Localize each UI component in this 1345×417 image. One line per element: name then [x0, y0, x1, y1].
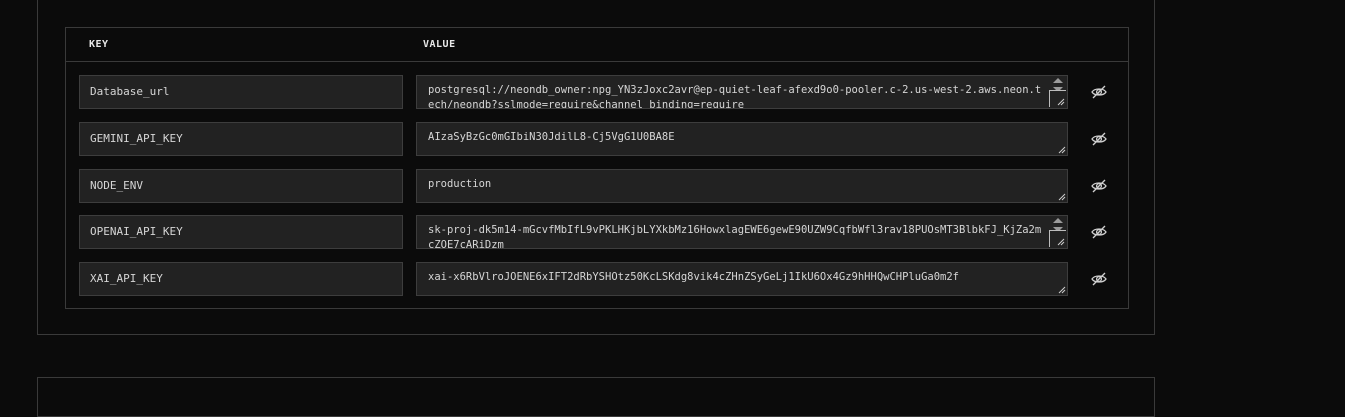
resize-grip-icon[interactable] — [1056, 97, 1065, 106]
table-row: GEMINI_API_KEY AIzaSyBzGc0mGIbiN30JdilL8… — [66, 122, 1128, 156]
key-input[interactable]: Database_url — [79, 75, 403, 109]
key-input[interactable]: NODE_ENV — [79, 169, 403, 203]
value-text: postgresql://neondb_owner:npg_YN3zJoxc2a… — [428, 84, 1042, 109]
value-textarea[interactable]: production — [416, 169, 1068, 203]
table-header: KEY VALUE — [66, 28, 1128, 62]
value-textarea[interactable]: xai-x6RbVlroJOENE6xIFT2dRbYSHOtz50KcLSKd… — [416, 262, 1068, 296]
table-row: NODE_ENV production — [66, 169, 1128, 203]
value-text: sk-proj-dk5m14-mGcvfMbIfL9vPKLHKjbLYXkbM… — [428, 224, 1042, 249]
resize-grip-icon[interactable] — [1057, 285, 1066, 294]
key-input[interactable]: OPENAI_API_KEY — [79, 215, 403, 249]
table-row: OPENAI_API_KEY sk-proj-dk5m14-mGcvfMbIfL… — [66, 215, 1128, 249]
eye-off-icon[interactable] — [1090, 223, 1108, 241]
scrollbar-corner[interactable] — [1049, 230, 1066, 247]
eye-off-icon[interactable] — [1090, 177, 1108, 195]
value-text: AIzaSyBzGc0mGIbiN30JdilL8-Cj5VgG1U0BA8E — [428, 131, 675, 143]
key-input[interactable]: GEMINI_API_KEY — [79, 122, 403, 156]
eye-off-icon[interactable] — [1090, 130, 1108, 148]
scrollbar-corner[interactable] — [1049, 90, 1066, 107]
env-vars-table: KEY VALUE Database_url postgresql://neon… — [65, 27, 1129, 309]
resize-grip-icon[interactable] — [1057, 192, 1066, 201]
value-textarea[interactable]: postgresql://neondb_owner:npg_YN3zJoxc2a… — [416, 75, 1068, 109]
table-row: Database_url postgresql://neondb_owner:n… — [66, 75, 1128, 109]
resize-grip-icon[interactable] — [1056, 237, 1065, 246]
resize-grip-icon[interactable] — [1057, 145, 1066, 154]
key-input[interactable]: XAI_API_KEY — [79, 262, 403, 296]
key-column-header: KEY — [89, 39, 109, 50]
value-textarea[interactable]: sk-proj-dk5m14-mGcvfMbIfL9vPKLHKjbLYXkbM… — [416, 215, 1068, 249]
value-text: xai-x6RbVlroJOENE6xIFT2dRbYSHOtz50KcLSKd… — [428, 271, 960, 283]
value-column-header: VALUE — [423, 39, 456, 50]
table-row: XAI_API_KEY xai-x6RbVlroJOENE6xIFT2dRbYS… — [66, 262, 1128, 296]
eye-off-icon[interactable] — [1090, 270, 1108, 288]
eye-off-icon[interactable] — [1090, 83, 1108, 101]
value-textarea[interactable]: AIzaSyBzGc0mGIbiN30JdilL8-Cj5VgG1U0BA8E — [416, 122, 1068, 156]
next-section-panel — [37, 377, 1155, 417]
value-text: production — [428, 178, 492, 190]
